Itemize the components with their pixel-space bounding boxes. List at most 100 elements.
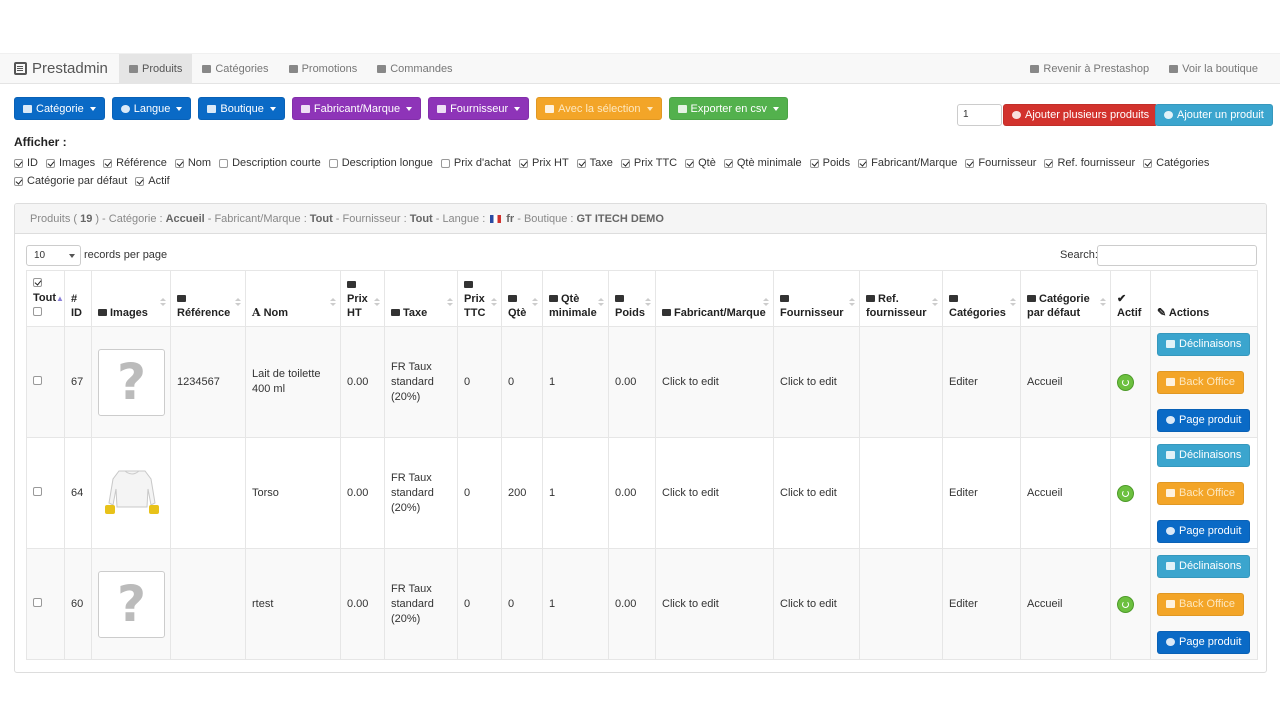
fournisseur-dropdown[interactable]: Fournisseur xyxy=(428,97,530,120)
col-images[interactable]: Images xyxy=(91,270,171,327)
page-produit-button[interactable]: Page produit xyxy=(1157,408,1251,432)
col-categories[interactable]: Catégories xyxy=(942,270,1021,327)
column-toggle[interactable]: Ref. fournisseur xyxy=(1044,157,1135,169)
cell-prix-ht[interactable]: 0.00 xyxy=(340,548,385,660)
cell-ref-fournisseur[interactable] xyxy=(859,548,943,660)
column-toggle[interactable]: Prix TTC xyxy=(620,157,677,169)
cell-qte[interactable]: 0 xyxy=(501,326,543,438)
cell-qte[interactable]: 0 xyxy=(501,548,543,660)
col-actif[interactable]: ✔ Actif xyxy=(1110,270,1151,327)
column-toggle[interactable]: Description longue xyxy=(328,157,433,169)
column-toggle[interactable]: Catégories xyxy=(1143,157,1209,169)
cell-fournisseur[interactable]: Click to edit xyxy=(773,326,860,438)
column-toggle[interactable]: Prix HT xyxy=(519,157,569,169)
cell-poids[interactable]: 0.00 xyxy=(608,548,656,660)
cell-nom[interactable]: Torso xyxy=(245,437,341,549)
categorie-dropdown[interactable]: Catégorie xyxy=(14,97,105,120)
cell-prix-ht[interactable]: 0.00 xyxy=(340,437,385,549)
cell-qte-min[interactable]: 1 xyxy=(542,326,609,438)
boutique-dropdown[interactable]: Boutique xyxy=(198,97,285,120)
langue-dropdown[interactable]: Langue xyxy=(111,97,192,120)
cell-reference[interactable]: 1234567 xyxy=(170,326,246,438)
column-toggle-checkbox[interactable] xyxy=(858,158,868,168)
cell-qte[interactable]: 200 xyxy=(501,437,543,549)
tab-commandes[interactable]: Commandes xyxy=(367,54,462,84)
column-toggle-checkbox[interactable] xyxy=(14,158,23,168)
cell-poids[interactable]: 0.00 xyxy=(608,326,656,438)
column-toggle[interactable]: Actif xyxy=(135,175,170,187)
add-product-button[interactable]: Ajouter un produit xyxy=(1155,104,1273,126)
fabricant-dropdown[interactable]: Fabricant/Marque xyxy=(291,97,422,120)
column-toggle[interactable]: Poids xyxy=(809,157,850,169)
col-taxe[interactable]: Taxe xyxy=(384,270,458,327)
column-toggle[interactable]: Qtè xyxy=(685,157,716,169)
product-placeholder-image[interactable]: ? xyxy=(98,348,165,416)
link-revenir-prestashop[interactable]: Revenir à Prestashop xyxy=(1020,54,1159,84)
column-toggle[interactable]: Qtè minimale xyxy=(723,157,802,169)
cell-prix-ttc[interactable]: 0 xyxy=(457,548,502,660)
declinaisons-button[interactable]: Déclinaisons xyxy=(1157,554,1251,578)
cell-taxe[interactable]: FR Taux standard (20%) xyxy=(384,437,458,549)
cell-nom[interactable]: Lait de toilette 400 ml xyxy=(245,326,341,438)
product-image[interactable] xyxy=(98,460,165,527)
col-nom[interactable]: A Nom xyxy=(245,270,341,327)
back-office-button[interactable]: Back Office xyxy=(1157,592,1245,616)
cell-categories[interactable]: Editer xyxy=(942,437,1021,549)
brand[interactable]: Prestadmin xyxy=(14,60,108,77)
cell-cat-defaut[interactable]: Accueil xyxy=(1020,548,1111,660)
column-toggle-checkbox[interactable] xyxy=(440,158,450,168)
tab-categories[interactable]: Catégories xyxy=(192,54,278,84)
cell-categories[interactable]: Editer xyxy=(942,326,1021,438)
col-prix-ttc[interactable]: Prix TTC xyxy=(457,270,502,327)
cell-taxe[interactable]: FR Taux standard (20%) xyxy=(384,548,458,660)
cell-qte-min[interactable]: 1 xyxy=(542,437,609,549)
row-checkbox[interactable] xyxy=(33,486,42,496)
back-office-button[interactable]: Back Office xyxy=(1157,370,1245,394)
declinaisons-button[interactable]: Déclinaisons xyxy=(1157,443,1251,467)
power-on-icon[interactable] xyxy=(1117,484,1134,502)
column-toggle-checkbox[interactable] xyxy=(965,158,975,168)
column-toggle-checkbox[interactable] xyxy=(1143,158,1153,168)
col-fournisseur[interactable]: Fournisseur xyxy=(773,270,860,327)
cell-prix-ttc[interactable]: 0 xyxy=(457,437,502,549)
cell-fabricant[interactable]: Click to edit xyxy=(655,437,774,549)
col-fabricant[interactable]: Fabricant/Marque xyxy=(655,270,774,327)
cell-fabricant[interactable]: Click to edit xyxy=(655,548,774,660)
column-toggle[interactable]: Catégorie par défaut xyxy=(14,175,127,187)
column-toggle-checkbox[interactable] xyxy=(14,176,23,186)
cell-reference[interactable] xyxy=(170,437,246,549)
col-reference[interactable]: Référence xyxy=(170,270,246,327)
column-toggle[interactable]: Référence xyxy=(103,157,167,169)
cell-cat-defaut[interactable]: Accueil xyxy=(1020,437,1111,549)
col-tout[interactable]: Tout▲ xyxy=(26,270,65,327)
cell-prix-ht[interactable]: 0.00 xyxy=(340,326,385,438)
column-toggle-checkbox[interactable] xyxy=(723,158,733,168)
cell-qte-min[interactable]: 1 xyxy=(542,548,609,660)
column-toggle-checkbox[interactable] xyxy=(576,158,586,168)
select-all-checkbox[interactable] xyxy=(33,307,42,316)
col-qte-min[interactable]: Qtè minimale xyxy=(542,270,609,327)
column-toggle-checkbox[interactable] xyxy=(174,158,184,168)
column-toggle[interactable]: Description courte xyxy=(219,157,321,169)
column-toggle-checkbox[interactable] xyxy=(519,158,528,168)
row-checkbox[interactable] xyxy=(33,597,42,607)
column-toggle[interactable]: Fabricant/Marque xyxy=(858,157,957,169)
column-toggle[interactable]: ID xyxy=(14,157,38,169)
column-toggle[interactable]: Nom xyxy=(174,157,211,169)
cell-prix-ttc[interactable]: 0 xyxy=(457,326,502,438)
column-toggle-checkbox[interactable] xyxy=(135,176,145,186)
column-toggle-checkbox[interactable] xyxy=(46,158,55,168)
column-toggle-checkbox[interactable] xyxy=(685,158,695,168)
column-toggle[interactable]: Fournisseur xyxy=(965,157,1036,169)
column-toggle[interactable]: Taxe xyxy=(576,157,613,169)
cell-ref-fournisseur[interactable] xyxy=(859,326,943,438)
product-placeholder-image[interactable]: ? xyxy=(98,570,165,638)
col-ref-fournisseur[interactable]: Ref. fournisseur xyxy=(859,270,943,327)
add-many-products-button[interactable]: Ajouter plusieurs produits xyxy=(1003,104,1159,126)
cell-reference[interactable] xyxy=(170,548,246,660)
column-toggle-checkbox[interactable] xyxy=(103,158,113,168)
page-produit-button[interactable]: Page produit xyxy=(1157,519,1251,543)
column-toggle-checkbox[interactable] xyxy=(620,158,630,168)
tab-produits[interactable]: Produits xyxy=(119,54,193,84)
cell-ref-fournisseur[interactable] xyxy=(859,437,943,549)
